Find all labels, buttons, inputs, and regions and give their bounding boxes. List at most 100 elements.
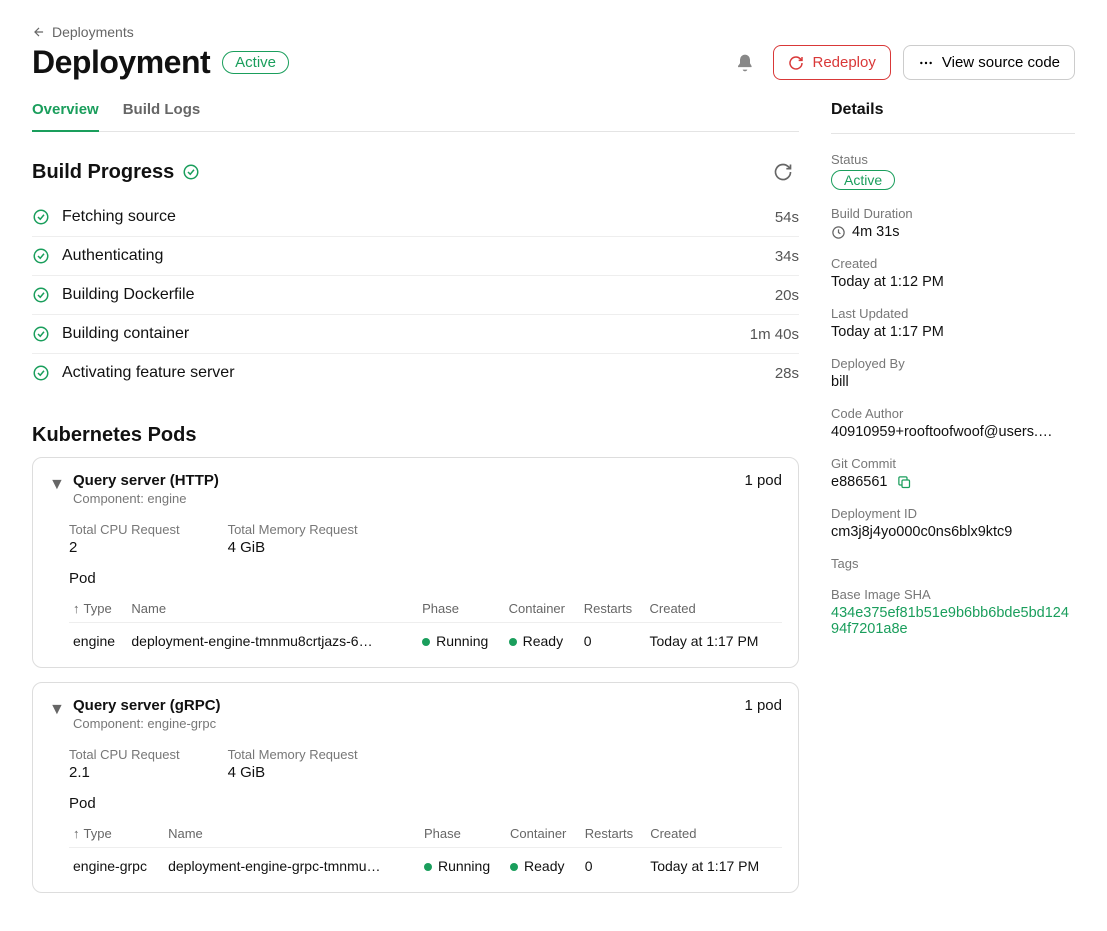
check-circle-icon bbox=[32, 325, 50, 343]
pod-table-title: Pod bbox=[69, 570, 782, 587]
arrow-left-icon bbox=[32, 25, 46, 39]
details-title: Details bbox=[831, 101, 1075, 119]
mem-value: 4 GiB bbox=[228, 764, 358, 781]
detail-author-label: Code Author bbox=[831, 406, 1075, 421]
notifications-button[interactable] bbox=[729, 47, 761, 79]
caret-down-icon[interactable]: ▼ bbox=[49, 701, 63, 719]
pod-group: ▼ Query server (gRPC) Component: engine-… bbox=[32, 682, 799, 893]
col-created[interactable]: Created bbox=[646, 820, 782, 848]
mem-label: Total Memory Request bbox=[228, 747, 358, 762]
detail-status-value: Active bbox=[831, 170, 895, 190]
col-phase[interactable]: Phase bbox=[418, 595, 505, 623]
mem-value: 4 GiB bbox=[228, 539, 358, 556]
breadcrumb[interactable]: Deployments bbox=[32, 24, 1075, 40]
tab-build-logs[interactable]: Build Logs bbox=[123, 101, 201, 132]
table-row: engine deployment-engine-tmnmu8crtjazs-6… bbox=[69, 623, 782, 660]
tabs: Overview Build Logs bbox=[32, 101, 799, 132]
detail-status-label: Status bbox=[831, 152, 1075, 167]
col-container[interactable]: Container bbox=[506, 820, 581, 848]
check-circle-icon bbox=[182, 163, 200, 181]
progress-step-name: Building Dockerfile bbox=[62, 286, 763, 304]
status-badge: Active bbox=[222, 51, 289, 74]
page-title: Deployment bbox=[32, 44, 210, 81]
progress-step-name: Fetching source bbox=[62, 208, 763, 226]
col-created[interactable]: Created bbox=[646, 595, 783, 623]
detail-deployedby-value: bill bbox=[831, 374, 1075, 390]
detail-created-value: Today at 1:12 PM bbox=[831, 274, 1075, 290]
progress-step-duration: 28s bbox=[775, 365, 799, 382]
detail-deployedby-label: Deployed By bbox=[831, 356, 1075, 371]
pod-group-component: Component: engine bbox=[73, 491, 734, 506]
pod-restarts: 0 bbox=[581, 848, 646, 885]
col-name[interactable]: Name bbox=[164, 820, 420, 848]
pod-container: Ready bbox=[505, 623, 580, 660]
redeploy-label: Redeploy bbox=[812, 54, 875, 71]
pod-group: ▼ Query server (HTTP) Component: engine … bbox=[32, 457, 799, 668]
view-source-label: View source code bbox=[942, 54, 1060, 71]
pod-name: deployment-engine-grpc-tmnmu… bbox=[164, 848, 420, 885]
pod-group-component: Component: engine-grpc bbox=[73, 716, 734, 731]
col-restarts[interactable]: Restarts bbox=[580, 595, 646, 623]
pod-table-title: Pod bbox=[69, 795, 782, 812]
cpu-value: 2 bbox=[69, 539, 180, 556]
check-circle-icon bbox=[32, 247, 50, 265]
view-source-button[interactable]: View source code bbox=[903, 45, 1075, 80]
pod-name: deployment-engine-tmnmu8crtjazs-6… bbox=[127, 623, 418, 660]
pods-title: Kubernetes Pods bbox=[32, 424, 196, 447]
pod-restarts: 0 bbox=[580, 623, 646, 660]
table-row: engine-grpc deployment-engine-grpc-tmnmu… bbox=[69, 848, 782, 885]
detail-created-label: Created bbox=[831, 256, 1075, 271]
progress-step: Fetching source 54s bbox=[32, 198, 799, 237]
pod-type: engine-grpc bbox=[69, 848, 164, 885]
clock-icon bbox=[831, 225, 846, 240]
progress-step-name: Authenticating bbox=[62, 247, 763, 265]
caret-down-icon[interactable]: ▼ bbox=[49, 476, 63, 494]
pod-created: Today at 1:17 PM bbox=[646, 848, 782, 885]
col-name[interactable]: Name bbox=[127, 595, 418, 623]
progress-step-name: Activating feature server bbox=[62, 364, 763, 382]
pod-count: 1 pod bbox=[744, 472, 782, 489]
detail-duration-label: Build Duration bbox=[831, 206, 1075, 221]
col-type[interactable]: ↑Type bbox=[69, 820, 164, 848]
refresh-icon bbox=[773, 162, 793, 182]
col-type[interactable]: ↑Type bbox=[69, 595, 127, 623]
pod-group-title: Query server (gRPC) bbox=[73, 697, 734, 714]
pod-phase: Running bbox=[418, 623, 505, 660]
breadcrumb-label: Deployments bbox=[52, 24, 134, 40]
copy-icon[interactable] bbox=[897, 475, 912, 490]
progress-step-name: Building container bbox=[62, 325, 738, 343]
detail-sha-label: Base Image SHA bbox=[831, 587, 1075, 602]
refresh-icon bbox=[788, 55, 804, 71]
pod-group-title: Query server (HTTP) bbox=[73, 472, 734, 489]
more-horizontal-icon bbox=[918, 55, 934, 71]
build-progress-list: Fetching source 54s Authenticating 34s B… bbox=[32, 198, 799, 392]
detail-sha-value[interactable]: 434e375ef81b51e9b6bb6bde5bd12494f7201a8e bbox=[831, 605, 1075, 637]
pod-type: engine bbox=[69, 623, 127, 660]
progress-step: Building container 1m 40s bbox=[32, 315, 799, 354]
col-phase[interactable]: Phase bbox=[420, 820, 506, 848]
progress-step: Activating feature server 28s bbox=[32, 354, 799, 392]
detail-duration-value: 4m 31s bbox=[852, 224, 900, 240]
col-container[interactable]: Container bbox=[505, 595, 580, 623]
detail-commit-value: e886561 bbox=[831, 474, 887, 490]
check-circle-icon bbox=[32, 364, 50, 382]
page-header: Deployment Active Redeploy View source c… bbox=[32, 44, 1075, 81]
tab-overview[interactable]: Overview bbox=[32, 101, 99, 132]
cpu-label: Total CPU Request bbox=[69, 522, 180, 537]
refresh-progress-button[interactable] bbox=[767, 156, 799, 188]
pod-container: Ready bbox=[506, 848, 581, 885]
pod-created: Today at 1:17 PM bbox=[646, 623, 783, 660]
progress-step-duration: 1m 40s bbox=[750, 326, 799, 343]
detail-author-value: 40910959+rooftoofwoof@users.… bbox=[831, 424, 1075, 440]
detail-deployid-value: cm3j8j4yo000c0ns6blx9ktc9 bbox=[831, 524, 1075, 540]
check-circle-icon bbox=[32, 286, 50, 304]
check-circle-icon bbox=[32, 208, 50, 226]
detail-commit-label: Git Commit bbox=[831, 456, 1075, 471]
col-restarts[interactable]: Restarts bbox=[581, 820, 646, 848]
bell-icon bbox=[735, 53, 755, 73]
redeploy-button[interactable]: Redeploy bbox=[773, 45, 890, 80]
progress-step-duration: 54s bbox=[775, 209, 799, 226]
pod-phase: Running bbox=[420, 848, 506, 885]
cpu-value: 2.1 bbox=[69, 764, 180, 781]
progress-step: Authenticating 34s bbox=[32, 237, 799, 276]
